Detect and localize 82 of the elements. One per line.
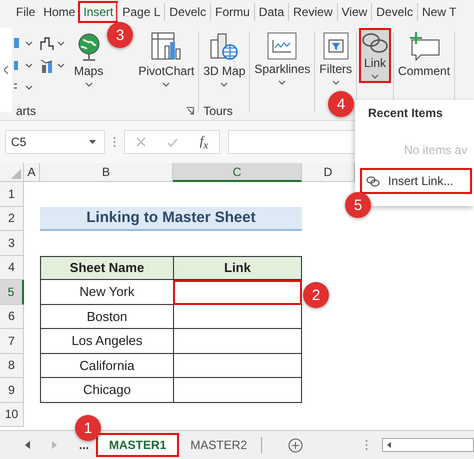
ribbon-tab[interactable]: Page L xyxy=(119,3,164,21)
table-cell[interactable] xyxy=(173,280,302,304)
row-header[interactable]: 6 xyxy=(0,304,24,329)
table-cell: New York xyxy=(40,280,173,304)
step-badge: 2 xyxy=(303,282,329,308)
dropdown-arrow-icon xyxy=(89,140,96,144)
row-header[interactable]: 1 xyxy=(0,182,24,206)
building-globe-icon xyxy=(209,32,240,62)
ribbon-tab[interactable]: Review xyxy=(290,3,336,21)
ribbon-tab[interactable]: Data xyxy=(256,3,288,21)
row-header[interactable]: 2 xyxy=(0,206,24,231)
table-header-cell: Link xyxy=(173,256,302,280)
column-header[interactable]: D xyxy=(302,163,355,182)
dialog-launcher-icon[interactable] xyxy=(186,107,194,115)
row-header[interactable]: 8 xyxy=(0,354,24,378)
group-label: Tours xyxy=(203,104,233,118)
row-header[interactable]: 7 xyxy=(0,329,24,354)
ribbon-tab[interactable]: Formu xyxy=(212,3,253,21)
table-cell[interactable] xyxy=(173,304,302,329)
scroll-left-icon[interactable] xyxy=(4,66,8,74)
caret-icon xyxy=(278,80,286,85)
step-badge: 1 xyxy=(75,415,101,441)
corner-triangle-icon xyxy=(11,169,21,179)
ribbon-button[interactable]: Sparklines xyxy=(252,28,312,89)
ribbon-tab[interactable]: Develc xyxy=(166,3,210,21)
ribbon-button[interactable]: PivotChart xyxy=(136,28,196,91)
ribbon-tab[interactable]: Home xyxy=(40,3,78,21)
link-icon xyxy=(361,32,390,54)
sparkline-icon xyxy=(267,32,298,60)
table-cell: Boston xyxy=(40,304,173,329)
grip-icon xyxy=(365,439,368,451)
ribbon-button[interactable]: Maps xyxy=(72,28,106,91)
ribbon-tab[interactable]: Insert xyxy=(80,3,116,21)
ribbon-tab[interactable]: New T xyxy=(418,3,460,21)
ribbon-button[interactable]: 3D Map xyxy=(201,28,248,91)
column-header[interactable]: A xyxy=(24,163,40,182)
sheet-tab[interactable]: MASTER2 xyxy=(178,434,260,456)
title-cell: Linking to Master Sheet xyxy=(40,206,302,231)
column-header[interactable]: C xyxy=(173,163,302,182)
table-header-cell: Sheet Name xyxy=(40,256,173,280)
menu-heading: Recent Items xyxy=(368,106,444,120)
horizontal-scrollbar[interactable] xyxy=(382,438,474,452)
ribbon-button[interactable]: Link xyxy=(359,28,392,83)
ribbon-button[interactable]: Comment xyxy=(396,28,452,83)
caret-icon xyxy=(84,82,93,87)
table-cell[interactable] xyxy=(173,329,302,354)
caret-icon xyxy=(220,82,228,87)
column-header[interactable]: B xyxy=(40,163,173,182)
table-cell[interactable] xyxy=(173,354,302,378)
scroll-left-icon[interactable] xyxy=(387,442,391,448)
sheet-tab[interactable]: MASTER1 xyxy=(97,434,178,456)
row-header[interactable]: 10 xyxy=(0,402,24,427)
pivot-chart-icon xyxy=(151,32,182,62)
ribbon-button[interactable]: Filters xyxy=(317,28,354,89)
menu-item[interactable]: Insert Link... xyxy=(362,170,470,192)
empty-message: No items av xyxy=(404,143,468,157)
caret-icon xyxy=(332,80,340,85)
link-icon xyxy=(366,176,380,186)
row-header[interactable]: 9 xyxy=(0,378,24,402)
new-comment-icon xyxy=(407,32,442,62)
slicer-icon xyxy=(322,32,349,60)
step-badge: 5 xyxy=(345,192,371,218)
grip-icon xyxy=(113,136,116,148)
row-header[interactable]: 5 xyxy=(0,280,24,304)
table-cell: California xyxy=(40,354,173,378)
table-cell: Los Angeles xyxy=(40,329,173,354)
ribbon-tab[interactable]: View xyxy=(338,3,370,21)
name-box[interactable]: C5 xyxy=(5,130,105,154)
scroll-left-icon[interactable] xyxy=(25,441,30,449)
insert-function-button[interactable]: f$_{x}$ xyxy=(200,132,208,152)
ribbon-tab[interactable]: File xyxy=(13,3,38,21)
ribbon-tab[interactable]: Develc xyxy=(373,3,416,21)
group-label: arts xyxy=(16,104,36,118)
row-header[interactable]: 3 xyxy=(0,231,24,256)
row-header[interactable]: 4 xyxy=(0,256,24,280)
caret-icon xyxy=(371,74,380,79)
check-icon[interactable] xyxy=(167,138,178,146)
table-cell: Chicago xyxy=(40,378,173,402)
table-cell[interactable] xyxy=(173,378,302,402)
more-sheets-button[interactable]: ... xyxy=(79,438,90,452)
caret-icon xyxy=(162,82,170,87)
new-sheet-icon[interactable] xyxy=(288,438,304,452)
